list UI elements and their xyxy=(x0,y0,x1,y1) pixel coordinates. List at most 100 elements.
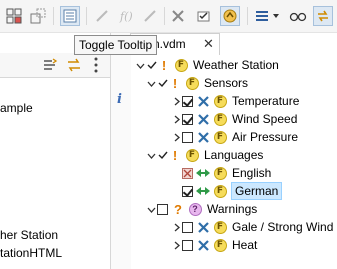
feature-badge-letter: F xyxy=(213,130,227,144)
toggle-tooltip-button[interactable] xyxy=(60,6,80,26)
feature-badge-icon: F xyxy=(213,130,227,144)
tree-label: Air Pressure xyxy=(232,130,299,144)
more-vertical-icon[interactable] xyxy=(93,56,99,77)
tree-row-wind-speed[interactable]: F Wind Speed xyxy=(171,110,299,128)
checkbox[interactable] xyxy=(182,239,193,251)
optional-badge-letter: ? xyxy=(188,202,202,216)
tree-row-warnings[interactable]: ? ? Warnings xyxy=(146,200,259,218)
checkbox[interactable] xyxy=(182,95,193,107)
left-list-item[interactable]: her Station xyxy=(0,228,58,242)
chevron-right-icon[interactable] xyxy=(171,92,182,110)
feature-badge-icon: F xyxy=(213,184,227,198)
check-list-button[interactable] xyxy=(194,6,214,26)
left-panel-toolbar xyxy=(0,53,110,78)
chevron-right-icon[interactable] xyxy=(171,236,182,254)
layout-icon-button[interactable] xyxy=(28,6,48,26)
grid-icon-button[interactable] xyxy=(4,6,24,26)
delete-x-icon xyxy=(172,10,184,22)
left-list-item[interactable]: tationHTML xyxy=(0,246,62,260)
alternative-arrows-icon xyxy=(196,184,210,198)
editor-gutter: i xyxy=(111,33,131,269)
tree-row-air-pressure[interactable]: F Air Pressure xyxy=(171,128,300,146)
feature-badge-icon: F xyxy=(213,220,227,234)
checkbox[interactable] xyxy=(182,131,193,143)
checkbox[interactable] xyxy=(182,221,193,233)
layout-icon xyxy=(30,8,46,24)
left-panel: ample her Station tationHTML xyxy=(0,33,111,269)
chevron-down-icon[interactable] xyxy=(146,146,157,164)
check-list-icon xyxy=(197,11,210,22)
feature-badge-letter: F xyxy=(213,184,227,198)
expand-all-icon[interactable] xyxy=(42,57,58,76)
tree-row-root[interactable]: ! F Weather Station xyxy=(135,56,281,74)
hand-button[interactable] xyxy=(220,6,240,26)
excluded-x-icon xyxy=(183,169,192,177)
feature-badge-icon: F xyxy=(213,238,227,252)
feature-badge-letter: F xyxy=(213,94,227,108)
tree-label: Gale / Strong Wind xyxy=(232,220,334,234)
grid-icon xyxy=(6,8,22,24)
close-icon[interactable]: ✕ xyxy=(203,36,214,52)
tree-row-sensors[interactable]: ! F Sensors xyxy=(146,74,250,92)
glasses-icon xyxy=(289,12,307,22)
chevron-down-icon[interactable] xyxy=(135,56,146,74)
link-arrows-icon[interactable] xyxy=(66,57,82,76)
sync-button[interactable] xyxy=(313,6,333,26)
menu-button[interactable] xyxy=(252,6,272,26)
glasses-button[interactable] xyxy=(288,6,308,26)
checkbox[interactable] xyxy=(182,113,193,125)
excluded-checkbox[interactable] xyxy=(182,167,193,179)
tree-row-english[interactable]: F English xyxy=(182,164,273,182)
feature-badge-icon: F xyxy=(185,76,199,90)
menu-dropdown-button[interactable] xyxy=(270,6,282,26)
feature-badge-icon: F xyxy=(174,58,188,72)
tree-label: German xyxy=(231,182,283,200)
optional-badge-icon: ? xyxy=(188,202,202,216)
function-icon: f() xyxy=(119,10,133,23)
remove-x-icon xyxy=(196,238,210,252)
feature-badge-letter: F xyxy=(213,112,227,126)
chevron-right-icon[interactable] xyxy=(171,128,182,146)
feature-badge-letter: F xyxy=(174,58,188,72)
feature-badge-icon: F xyxy=(213,112,227,126)
feature-badge-letter: F xyxy=(185,76,199,90)
feature-badge-letter: F xyxy=(213,220,227,234)
sync-arrows-icon xyxy=(318,10,328,22)
pencil-alt-icon xyxy=(144,10,156,22)
chevron-right-icon[interactable] xyxy=(171,110,182,128)
checkbox[interactable] xyxy=(182,185,193,197)
edit2-icon-button[interactable] xyxy=(140,6,160,26)
pencil-icon xyxy=(96,10,108,22)
warning-marker-icon: ! xyxy=(172,147,178,163)
remove-x-icon xyxy=(196,220,210,234)
feature-badge-letter: F xyxy=(213,166,227,180)
feature-badge-icon: F xyxy=(213,166,227,180)
tree-label: Temperature xyxy=(232,94,300,108)
alternative-arrows-icon xyxy=(196,166,210,180)
chevron-right-icon[interactable] xyxy=(171,218,182,236)
warning-marker-icon: ! xyxy=(172,75,178,91)
tooltip: Toggle Tooltip xyxy=(74,35,158,55)
left-list-item[interactable]: ample xyxy=(0,101,33,115)
main-toolbar: f() xyxy=(0,0,337,33)
feature-badge-letter: F xyxy=(185,148,199,162)
tree-row-temperature[interactable]: F Temperature xyxy=(171,92,301,110)
chevron-down-icon[interactable] xyxy=(146,74,157,92)
warning-marker-icon: ! xyxy=(161,57,167,73)
edit-icon-button[interactable] xyxy=(92,6,112,26)
delete-button[interactable] xyxy=(168,6,188,26)
tree-row-gale[interactable]: F Gale / Strong Wind xyxy=(171,218,335,236)
hand-icon xyxy=(223,9,237,23)
tree-row-german[interactable]: F German xyxy=(182,182,283,200)
checkbox[interactable] xyxy=(157,203,168,215)
tree-row-heat[interactable]: F Heat xyxy=(171,236,259,254)
check-mark-icon xyxy=(157,74,168,92)
tree-label: Weather Station xyxy=(193,58,279,72)
tree-row-languages[interactable]: ! F Languages xyxy=(146,146,265,164)
feature-badge-icon: F xyxy=(213,94,227,108)
list-menu-icon xyxy=(256,11,268,21)
chevron-down-icon[interactable] xyxy=(146,200,157,218)
chevron-down-icon xyxy=(273,14,279,18)
tree-label: Heat xyxy=(232,238,258,252)
function-icon-button[interactable]: f() xyxy=(116,6,136,26)
